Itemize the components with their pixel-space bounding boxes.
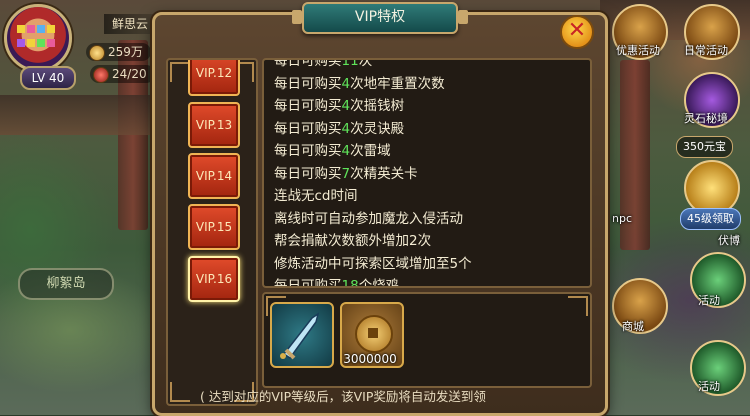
benefit-item: 每日可购买7次精英关卡 xyxy=(274,163,472,186)
benefit-item: 每日可购买11次 xyxy=(274,58,472,73)
vip-level-tabs: VIP.12 VIP.13 VIP.14 VIP.15 VIP.16 xyxy=(166,58,258,406)
frame-corner xyxy=(170,62,190,82)
benefit-text: 次摇钱树 xyxy=(350,98,405,114)
benefit-highlight-number: 4 xyxy=(341,98,351,114)
tab-vip-14[interactable]: VIP.14 xyxy=(188,153,240,199)
stamina-display: 24/20 xyxy=(90,65,155,83)
coin-icon xyxy=(89,45,105,61)
vip-benefits-list[interactable]: 每日可购买11次 每日可购买4次地牢重置次数 每日可购买4次摇钱树 每日可购买4次灵诀… xyxy=(262,58,592,288)
benefit-text: 每日可购买 xyxy=(274,165,342,182)
benefit-highlight-number: 4 xyxy=(341,120,351,137)
shop-label: 商城 xyxy=(622,320,644,333)
benefit-text: 修炼活动中可探索区域增加至5个 xyxy=(274,255,472,272)
currency-amount: 259万 xyxy=(108,45,143,59)
stamina-icon xyxy=(93,67,109,83)
temple-roof xyxy=(0,95,150,135)
benefit-item: 每日可购买4次摇钱树 xyxy=(274,95,472,118)
activity-label-2: 活动 xyxy=(698,380,720,393)
vip-footer-note: ( 达到对应的VIP等级后，该VIP奖励将自动发送到领 xyxy=(200,389,486,404)
benefit-highlight-number: 11 xyxy=(341,58,359,69)
benefit-item: 每日可购买18个烧鸡 xyxy=(274,275,472,288)
benefit-text: 每日可购买 xyxy=(274,98,342,114)
benefit-highlight-number: 18 xyxy=(341,278,359,288)
npc-label: npc xyxy=(612,212,633,225)
benefit-text: 个烧鸡 xyxy=(358,278,400,288)
benefit-highlight-number: 4 xyxy=(341,143,351,159)
level45-reward-button[interactable]: 45级领取 xyxy=(680,208,741,230)
benefit-item: 修炼活动中可探索区域增加至5个 xyxy=(274,253,472,276)
benefit-text: 每日可购买 xyxy=(274,75,342,92)
benefit-item: 帮会捐献次数额外增加2次 xyxy=(274,230,472,253)
tab-vip-16[interactable]: VIP.16 xyxy=(188,256,240,302)
avatar-color-blocks xyxy=(17,25,57,51)
vip-panel-title: VIP特权 xyxy=(292,2,468,34)
benefit-text: 次地牢重置次数 xyxy=(350,75,445,92)
reward-weapon[interactable] xyxy=(270,302,334,368)
benefit-text: 帮会捐献次数额外增加2次 xyxy=(274,233,432,249)
benefit-highlight-number: 4 xyxy=(341,75,351,92)
benefit-item: 每日可购买4次雷域 xyxy=(274,140,472,163)
benefit-text: 次灵诀殿 xyxy=(350,120,405,137)
benefit-text: 离线时可自动参加魔龙入侵活动 xyxy=(274,210,463,227)
benefit-text: 次雷域 xyxy=(350,143,391,159)
player-level: LV 40 xyxy=(20,66,76,90)
tab-vip-15[interactable]: VIP.15 xyxy=(188,204,240,250)
benefit-text: 每日可购买 xyxy=(274,58,342,69)
benefit-text: 次精英关卡 xyxy=(350,165,418,182)
benefit-item: 每日可购买4次灵诀殿 xyxy=(274,118,472,141)
daily-activity-label: 日常活动 xyxy=(684,44,728,57)
spirit-stone-realm-label: 灵石秘境 xyxy=(684,112,728,125)
benefit-item: 离线时可自动参加魔龙入侵活动 xyxy=(274,208,472,231)
reward-coin-quantity: 3000000 xyxy=(343,352,397,366)
benefit-item: 连战无cd时间 xyxy=(274,185,472,208)
offers-activity-label: 优惠活动 xyxy=(616,44,660,57)
benefit-item: 每日可购买4次地牢重置次数 xyxy=(274,73,472,96)
benefit-text: 连战无cd时间 xyxy=(274,188,358,204)
frame-corner xyxy=(568,296,588,316)
copper-coin-icon xyxy=(355,315,393,353)
map-location-button[interactable]: 柳絮岛 xyxy=(18,268,114,300)
tab-vip-13[interactable]: VIP.13 xyxy=(188,102,240,148)
tab-vip-12[interactable]: VIP.12 xyxy=(188,60,240,96)
stamina-value: 24/20 xyxy=(112,67,147,81)
weapon-icon xyxy=(280,312,320,360)
activity-label: 活动 xyxy=(698,294,720,307)
close-button[interactable]: ✕ xyxy=(560,15,594,49)
vip-rewards-box: 3000000 xyxy=(262,292,592,388)
frame-corner xyxy=(170,382,190,402)
benefit-text: 每日可购买 xyxy=(274,143,342,159)
benefit-text: 每日可购买 xyxy=(274,278,342,288)
ingot-amount: 350元宝 xyxy=(676,136,733,158)
currency-display: 259万 xyxy=(86,43,151,61)
player-avatar[interactable] xyxy=(4,4,72,72)
side-text: 伏博 xyxy=(718,234,740,247)
benefit-highlight-number: 7 xyxy=(341,165,351,182)
benefit-text: 次 xyxy=(358,58,373,69)
benefit-text: 每日可购买 xyxy=(274,120,342,137)
